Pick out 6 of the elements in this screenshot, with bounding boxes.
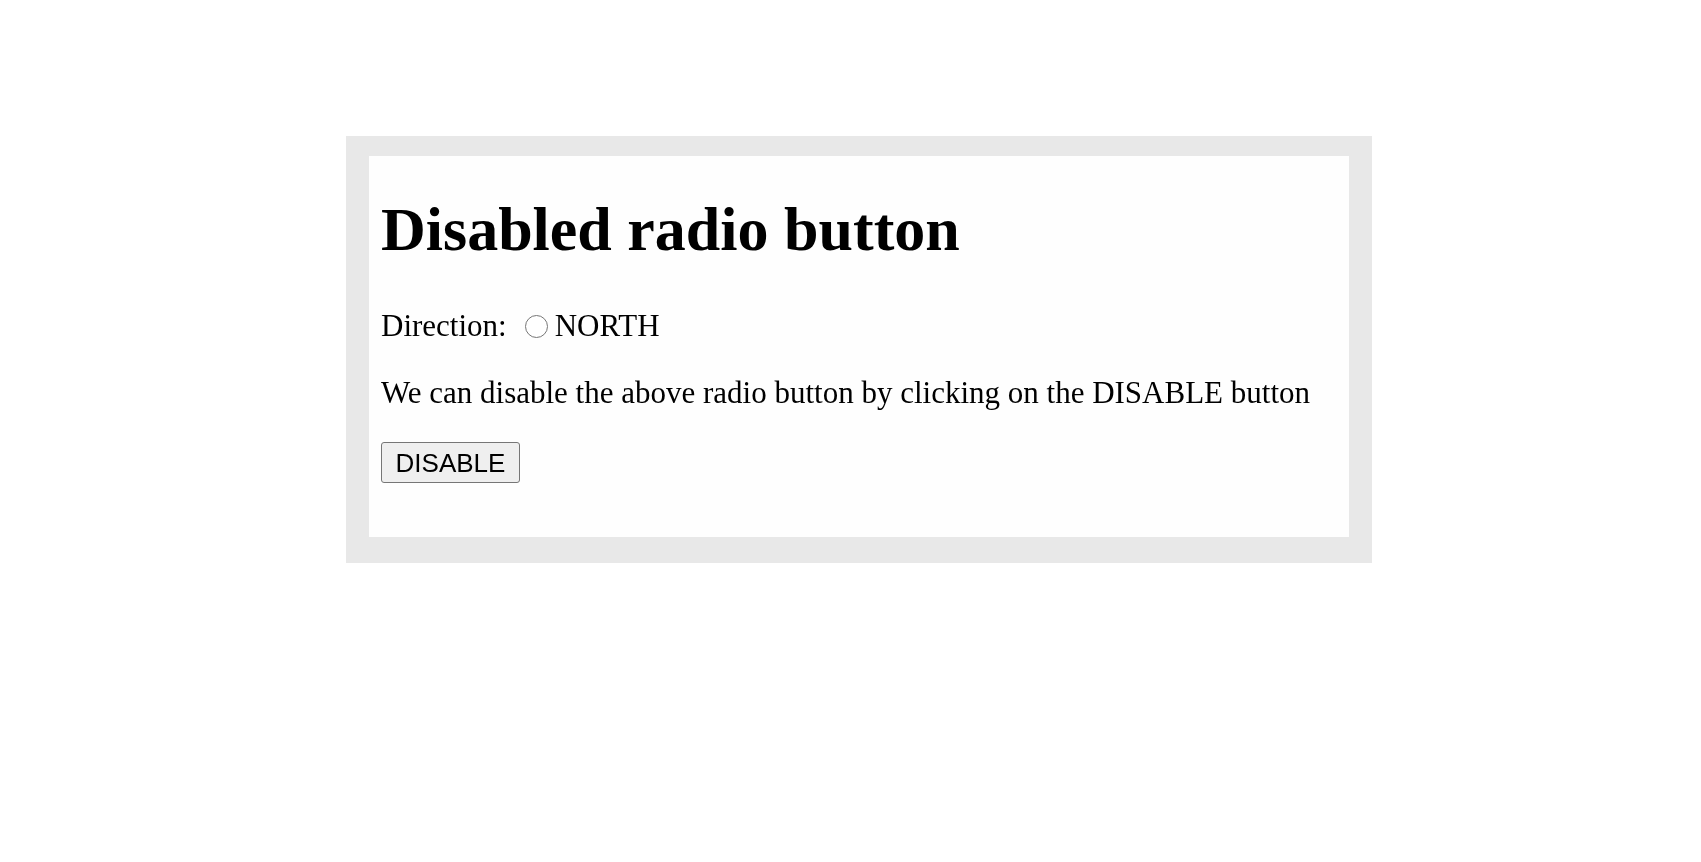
page-heading: Disabled radio button	[381, 194, 960, 265]
description-text: We can disable the above radio button by clicking on the DISABLE button	[381, 375, 1311, 411]
radio-button[interactable]	[524, 314, 548, 338]
radio-label: NORTH	[554, 308, 660, 344]
disable-button[interactable]: DISABLE	[381, 442, 520, 483]
field-label: Direction:	[381, 308, 507, 344]
